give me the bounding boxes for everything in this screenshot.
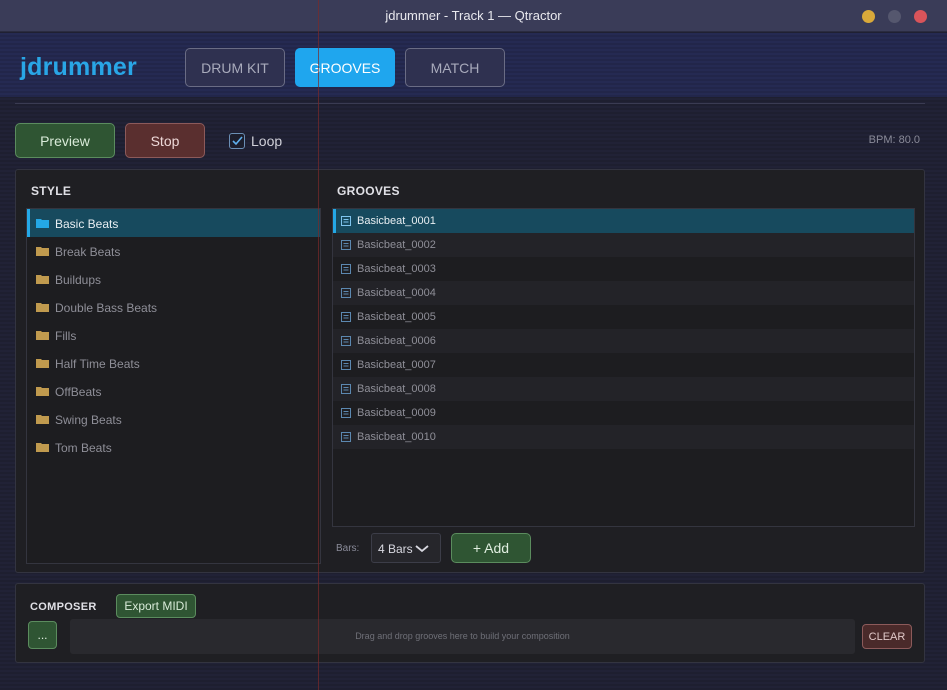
groove-item[interactable]: Basicbeat_0008 xyxy=(333,377,914,401)
folder-icon xyxy=(36,443,49,452)
stop-button[interactable]: Stop xyxy=(125,123,205,158)
browser-panel: STYLE GROOVES Basic Beats Break Beats Buil… xyxy=(15,169,925,573)
style-item-label: Half Time Beats xyxy=(55,357,140,371)
groove-item[interactable]: Basicbeat_0007 xyxy=(333,353,914,377)
groove-item[interactable]: Basicbeat_0006 xyxy=(333,329,914,353)
loop-checkbox[interactable] xyxy=(229,133,245,149)
groove-item-label: Basicbeat_0005 xyxy=(357,311,436,323)
folder-icon xyxy=(36,331,49,340)
style-item-label: Basic Beats xyxy=(55,217,119,231)
groove-item-label: Basicbeat_0010 xyxy=(357,431,436,443)
style-item[interactable]: Break Beats xyxy=(27,237,320,265)
groove-item-label: Basicbeat_0006 xyxy=(357,335,436,347)
composition-dropzone[interactable]: Drag and drop grooves here to build your… xyxy=(70,619,855,654)
document-icon xyxy=(341,360,351,370)
groove-item[interactable]: Basicbeat_0001 xyxy=(333,209,914,233)
app-header: jdrummer DRUM KIT GROOVES MATCH xyxy=(0,33,947,97)
groove-item[interactable]: Basicbeat_0003 xyxy=(333,257,914,281)
style-item[interactable]: Double Bass Beats xyxy=(27,293,320,321)
loop-label: Loop xyxy=(251,133,283,149)
grooves-heading: GROOVES xyxy=(337,184,400,198)
folder-icon xyxy=(36,247,49,256)
style-heading: STYLE xyxy=(31,184,72,198)
composer-heading: COMPOSER xyxy=(30,601,97,613)
style-item-label: Double Bass Beats xyxy=(55,301,158,315)
bars-value: 4 Bars xyxy=(378,542,413,556)
clear-button[interactable]: CLEAR xyxy=(862,624,912,649)
folder-icon xyxy=(36,303,49,312)
close-button[interactable] xyxy=(914,10,927,23)
document-icon xyxy=(341,336,351,346)
style-item[interactable]: Half Time Beats xyxy=(27,349,320,377)
groove-item[interactable]: Basicbeat_0010 xyxy=(333,425,914,449)
style-item[interactable]: Buildups xyxy=(27,265,320,293)
window-title: jdrummer - Track 1 — Qtractor xyxy=(385,8,562,23)
document-icon xyxy=(341,264,351,274)
document-icon xyxy=(341,312,351,322)
export-midi-button[interactable]: Export MIDI xyxy=(116,594,196,618)
document-icon xyxy=(341,432,351,442)
folder-icon xyxy=(36,415,49,424)
groove-item[interactable]: Basicbeat_0002 xyxy=(333,233,914,257)
bars-label: Bars: xyxy=(336,543,360,554)
divider xyxy=(15,103,925,104)
document-icon xyxy=(341,288,351,298)
tab-grooves[interactable]: GROOVES xyxy=(295,48,395,87)
bpm-readout: BPM: 80.0 xyxy=(868,134,920,146)
groove-item-label: Basicbeat_0001 xyxy=(357,215,436,227)
document-icon xyxy=(341,408,351,418)
style-item-label: Break Beats xyxy=(55,245,121,259)
style-item[interactable]: Swing Beats xyxy=(27,405,320,433)
title-bar: jdrummer - Track 1 — Qtractor xyxy=(0,0,947,32)
maximize-button[interactable] xyxy=(888,10,901,23)
document-icon xyxy=(341,240,351,250)
groove-item-label: Basicbeat_0003 xyxy=(357,263,436,275)
style-item-label: OffBeats xyxy=(55,385,102,399)
style-item-label: Swing Beats xyxy=(55,413,122,427)
groove-item[interactable]: Basicbeat_0005 xyxy=(333,305,914,329)
style-list[interactable]: Basic Beats Break Beats Buildups Double Bas… xyxy=(26,208,321,564)
minimize-button[interactable] xyxy=(862,10,875,23)
add-button[interactable]: + Add xyxy=(451,533,531,563)
dropzone-hint: Drag and drop grooves here to build your… xyxy=(355,631,570,641)
tab-match[interactable]: MATCH xyxy=(405,48,505,87)
chevron-down-icon xyxy=(415,545,429,553)
document-icon xyxy=(341,384,351,394)
groove-item-label: Basicbeat_0009 xyxy=(357,407,436,419)
more-button[interactable]: ... xyxy=(28,621,57,649)
guide-line xyxy=(318,0,319,690)
style-item-label: Tom Beats xyxy=(55,441,112,455)
style-item-label: Fills xyxy=(55,329,77,343)
folder-icon xyxy=(36,359,49,368)
bars-dropdown[interactable]: 4 Bars xyxy=(371,533,441,563)
folder-icon xyxy=(36,275,49,284)
groove-item-label: Basicbeat_0004 xyxy=(357,287,436,299)
groove-item-label: Basicbeat_0007 xyxy=(357,359,436,371)
check-icon xyxy=(232,136,243,146)
style-item[interactable]: Basic Beats xyxy=(27,209,320,237)
groove-item-label: Basicbeat_0002 xyxy=(357,239,436,251)
style-item[interactable]: OffBeats xyxy=(27,377,320,405)
folder-icon xyxy=(36,219,49,228)
tab-drum-kit[interactable]: DRUM KIT xyxy=(185,48,285,87)
style-item[interactable]: Fills xyxy=(27,321,320,349)
style-item[interactable]: Tom Beats xyxy=(27,433,320,461)
style-item-label: Buildups xyxy=(55,273,102,287)
document-icon xyxy=(341,216,351,226)
composer-panel: COMPOSER Export MIDI ... Drag and drop g… xyxy=(15,583,925,663)
groove-item[interactable]: Basicbeat_0004 xyxy=(333,281,914,305)
app-name: jdrummer xyxy=(20,53,137,81)
folder-icon xyxy=(36,387,49,396)
preview-button[interactable]: Preview xyxy=(15,123,115,158)
grooves-list[interactable]: Basicbeat_0001 Basicbeat_0002 Basicbeat_00… xyxy=(332,208,915,527)
groove-item[interactable]: Basicbeat_0009 xyxy=(333,401,914,425)
groove-item-label: Basicbeat_0008 xyxy=(357,383,436,395)
main-area: Preview Stop Loop BPM: 80.0 STYLE GROOVE… xyxy=(0,97,947,690)
